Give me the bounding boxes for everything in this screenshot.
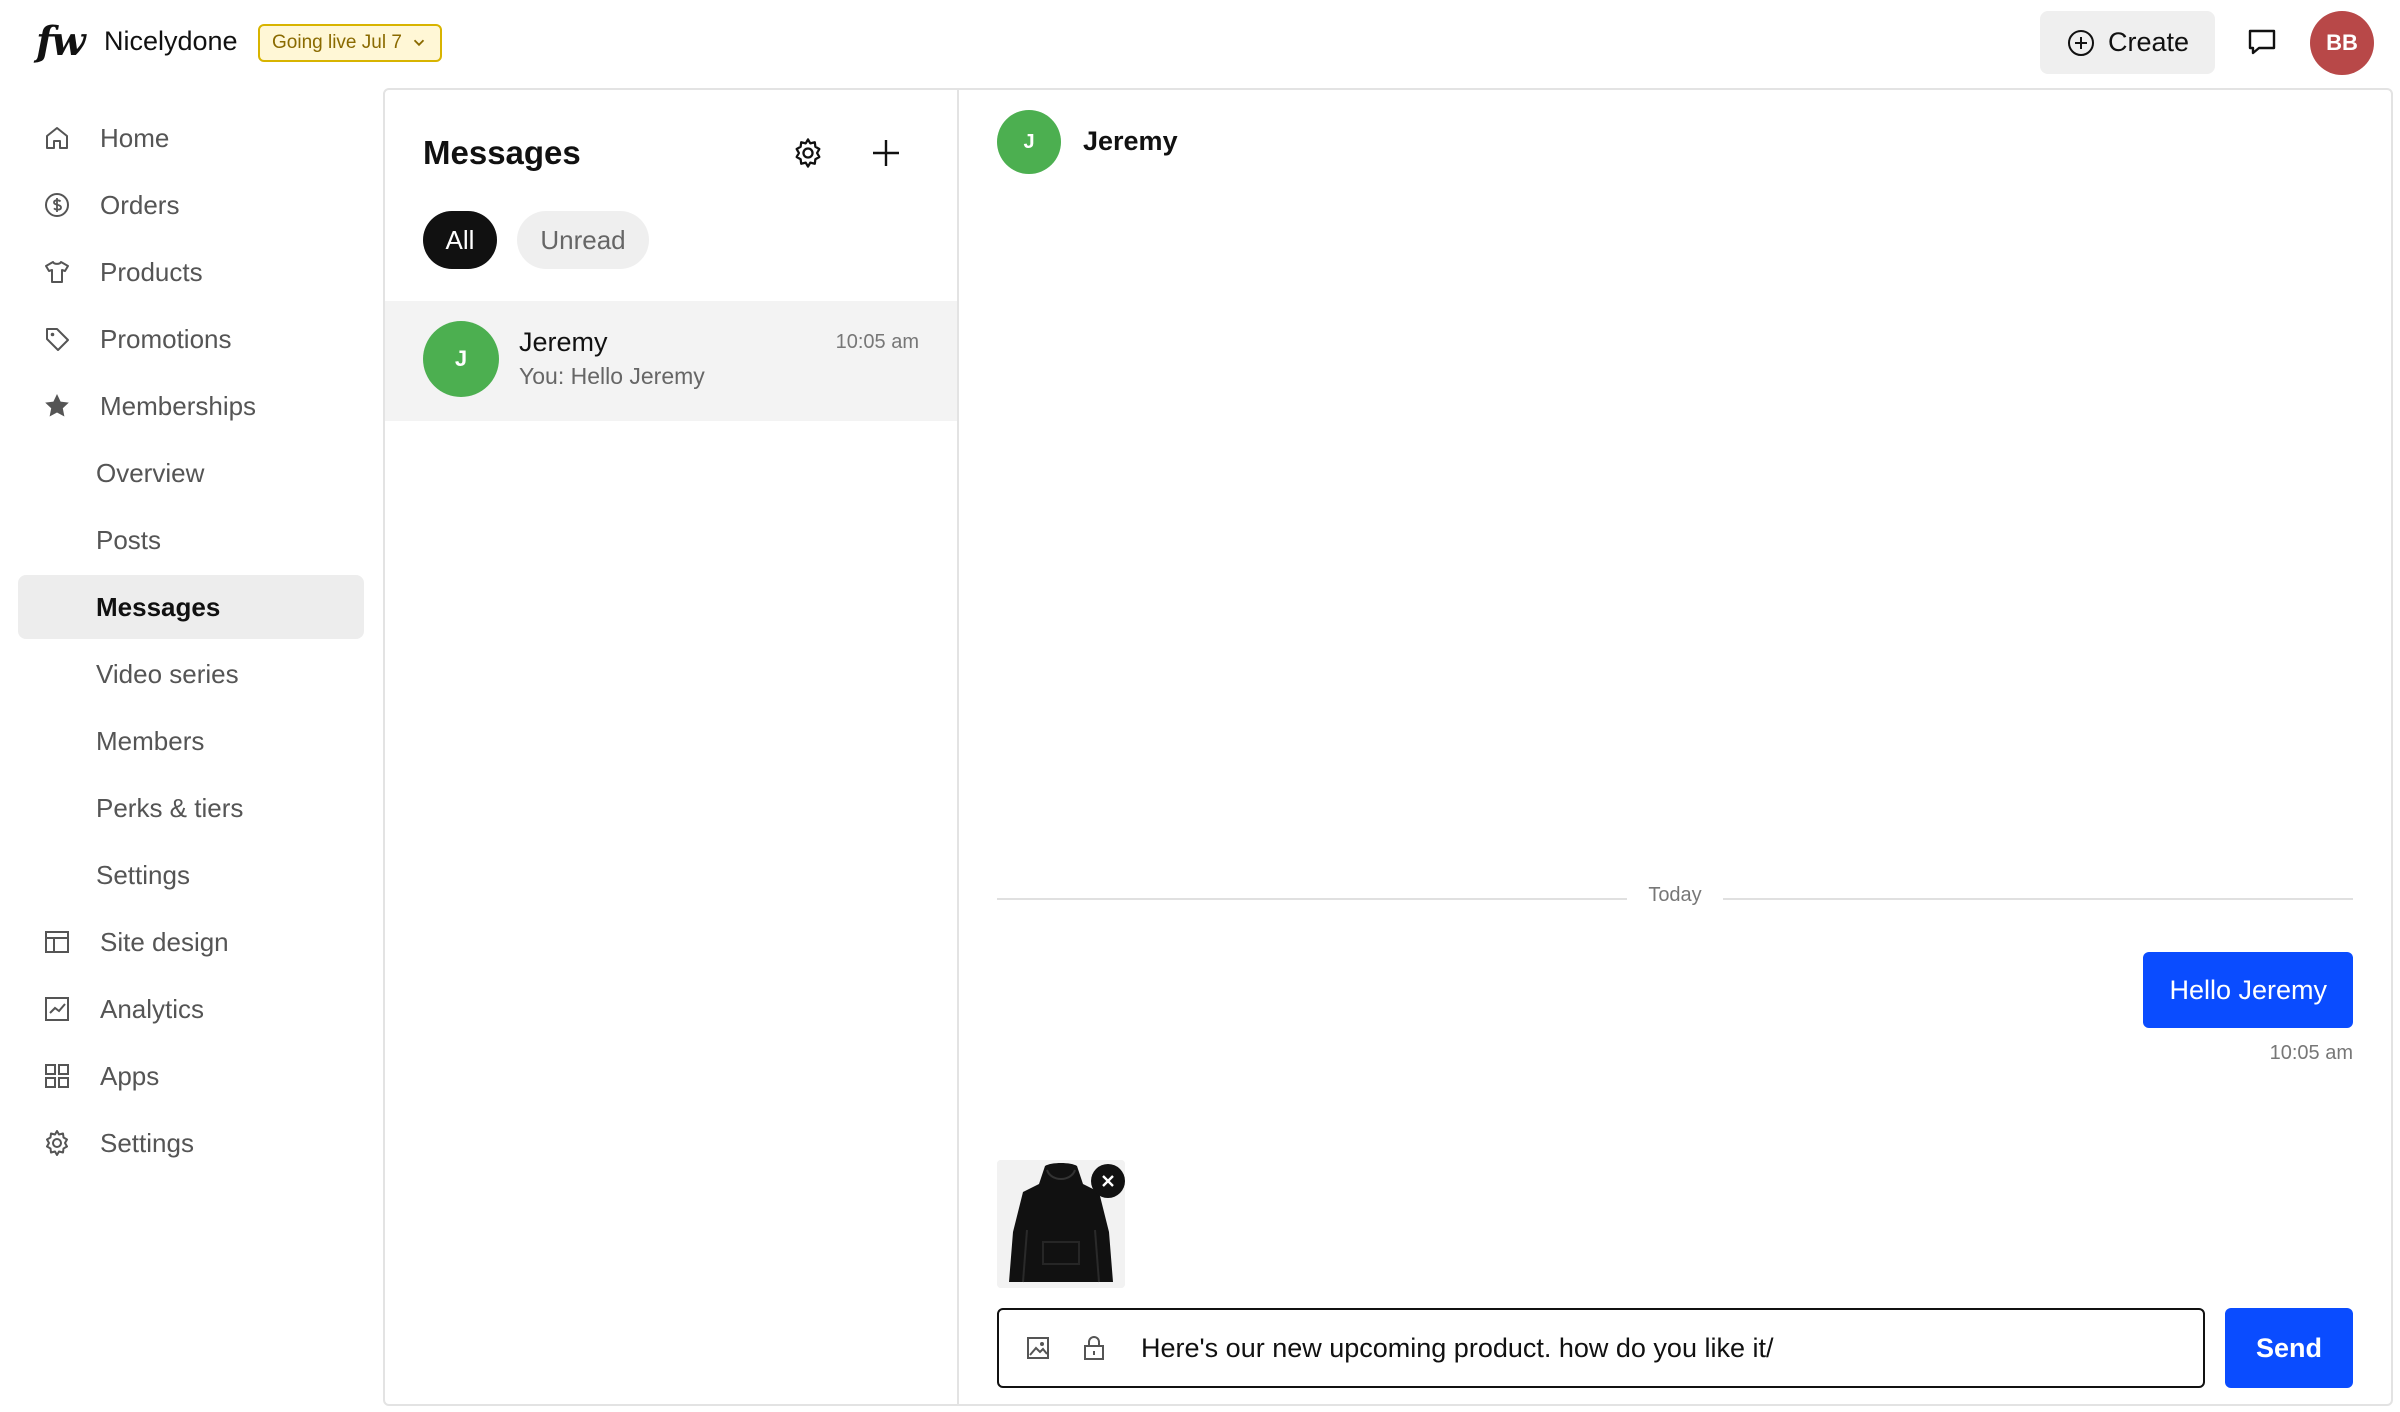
chat-contact-name[interactable]: Jeremy bbox=[1083, 126, 1178, 157]
day-divider: Today bbox=[997, 884, 2353, 914]
sidebar-item-messages[interactable]: Messages bbox=[18, 575, 364, 639]
message-settings-button[interactable] bbox=[791, 136, 825, 170]
lock-icon[interactable] bbox=[1079, 1333, 1109, 1363]
sidebar-item-apps[interactable]: Apps bbox=[18, 1044, 364, 1108]
create-label: Create bbox=[2107, 27, 2190, 57]
sidebar-item-site-design[interactable]: Site design bbox=[18, 910, 364, 974]
message-input[interactable] bbox=[1141, 1332, 2203, 1364]
shop-name: Nicelydone bbox=[104, 26, 238, 56]
sidebar-item-label: Messages bbox=[96, 591, 221, 622]
remove-attachment-button[interactable] bbox=[1091, 1164, 1125, 1198]
chart-icon bbox=[42, 994, 72, 1024]
sidebar-item-orders[interactable]: Orders bbox=[18, 173, 364, 237]
plus-circle-icon bbox=[2067, 29, 2094, 56]
plus-icon bbox=[873, 140, 899, 166]
sidebar-item-label: Settings bbox=[100, 1127, 194, 1158]
sidebar-item-label: Home bbox=[100, 122, 170, 153]
message-composer bbox=[997, 1308, 2205, 1388]
user-avatar[interactable]: BB bbox=[2310, 11, 2374, 75]
sidebar-item-membership-settings[interactable]: Settings bbox=[18, 843, 364, 907]
chevron-down-icon bbox=[413, 39, 425, 47]
filter-all-button[interactable]: All bbox=[423, 211, 497, 269]
message-bubble-sent: Hello Jeremy bbox=[2143, 952, 2353, 1028]
page-title: Messages bbox=[423, 134, 581, 171]
going-live-badge[interactable]: Going live Jul 7 bbox=[258, 24, 442, 62]
star-icon bbox=[42, 391, 72, 421]
new-message-button[interactable] bbox=[867, 134, 905, 172]
day-label: Today bbox=[1648, 884, 1702, 906]
sidebar-item-label: Video series bbox=[96, 658, 239, 689]
sidebar-item-products[interactable]: Products bbox=[18, 240, 364, 304]
sidebar-item-label: Members bbox=[96, 725, 205, 756]
sidebar-item-label: Apps bbox=[100, 1060, 160, 1091]
conversation-item[interactable]: J Jeremy You: Hello Jeremy 10:05 am bbox=[385, 301, 957, 421]
sidebar-item-label: Memberships bbox=[100, 390, 257, 421]
shirt-icon bbox=[42, 257, 72, 287]
sidebar-item-label: Posts bbox=[96, 524, 162, 555]
sidebar-item-label: Overview bbox=[96, 457, 205, 488]
sidebar-item-label: Promotions bbox=[100, 323, 232, 354]
close-icon bbox=[1102, 1175, 1114, 1187]
avatar[interactable]: J bbox=[997, 110, 1061, 174]
sidebar-item-posts[interactable]: Posts bbox=[18, 508, 364, 572]
layout-icon bbox=[42, 927, 72, 957]
chat-thread: J Jeremy Today Hello Jeremy 10:05 am Her… bbox=[959, 90, 2391, 1404]
sidebar-item-members[interactable]: Members bbox=[18, 709, 364, 773]
brand-logo[interactable]: fw bbox=[36, 18, 86, 65]
going-live-label: Going live Jul 7 bbox=[272, 32, 402, 53]
sidebar-item-home[interactable]: Home bbox=[18, 106, 364, 170]
grid-icon bbox=[42, 1061, 72, 1091]
conversation-preview: You: Hello Jeremy bbox=[519, 363, 705, 389]
dollar-circle-icon bbox=[42, 190, 72, 220]
sidebar-item-label: Perks & tiers bbox=[96, 792, 244, 823]
sidebar-item-promotions[interactable]: Promotions bbox=[18, 307, 364, 371]
home-icon bbox=[42, 123, 72, 153]
sidebar-item-analytics[interactable]: Analytics bbox=[18, 977, 364, 1041]
message-time: 10:05 am bbox=[2269, 1042, 2353, 1064]
sidebar-item-video-series[interactable]: Video series bbox=[18, 642, 364, 706]
messages-panel: Messages All Unread J Jeremy You: Hello … bbox=[383, 88, 2393, 1406]
send-button[interactable]: Send bbox=[2225, 1308, 2353, 1388]
avatar: J bbox=[423, 321, 499, 397]
conversation-time: 10:05 am bbox=[835, 331, 919, 353]
sidebar-item-label: Orders bbox=[100, 189, 180, 220]
gear-icon bbox=[795, 138, 821, 168]
sidebar-item-label: Products bbox=[100, 256, 203, 287]
sidebar-item-settings[interactable]: Settings bbox=[18, 1111, 364, 1175]
sidebar-item-perks-tiers[interactable]: Perks & tiers bbox=[18, 776, 364, 840]
create-button[interactable]: Create bbox=[2040, 11, 2215, 74]
sidebar-item-memberships[interactable]: Memberships bbox=[18, 374, 364, 438]
sidebar-item-label: Settings bbox=[96, 859, 190, 890]
sidebar-item-label: Analytics bbox=[100, 993, 205, 1024]
top-bar: fw Nicelydone Going live Jul 7 Create BB bbox=[0, 0, 2400, 86]
sidebar-nav: Home Orders Products Promotions Membersh… bbox=[18, 106, 364, 1178]
tag-icon bbox=[42, 324, 72, 354]
image-icon[interactable] bbox=[1023, 1333, 1053, 1363]
filter-unread-button[interactable]: Unread bbox=[517, 211, 649, 269]
chat-button[interactable] bbox=[2242, 22, 2282, 62]
sidebar-item-overview[interactable]: Overview bbox=[18, 441, 364, 505]
conversation-name: Jeremy bbox=[519, 327, 608, 357]
chat-bubble-icon bbox=[2248, 29, 2276, 55]
conversation-list: Messages All Unread J Jeremy You: Hello … bbox=[385, 90, 959, 1404]
sidebar-item-label: Site design bbox=[100, 926, 229, 957]
gear-icon bbox=[42, 1128, 72, 1158]
